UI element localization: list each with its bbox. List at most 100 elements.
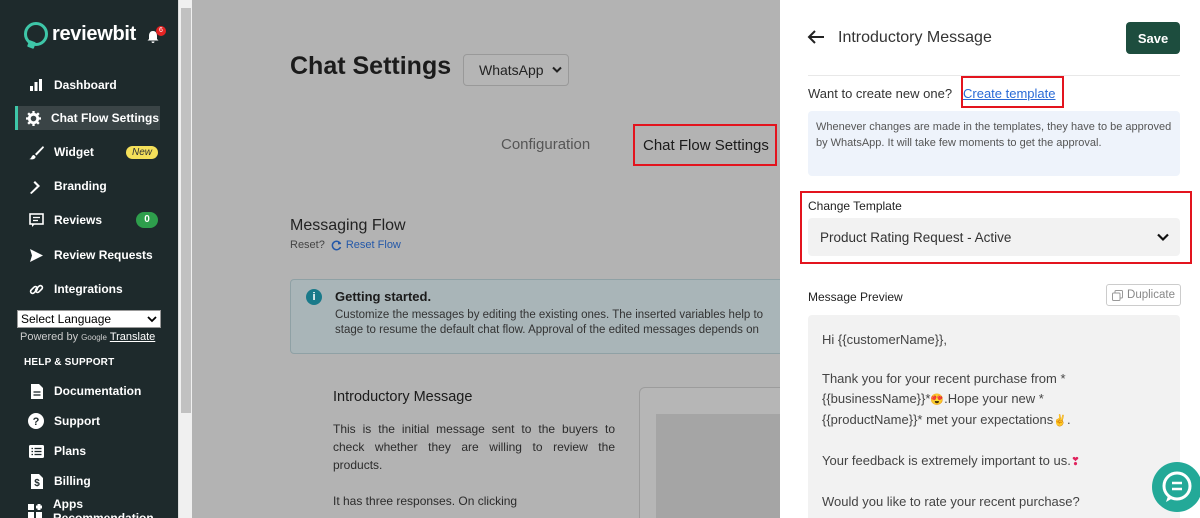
chat-icon	[1162, 471, 1192, 502]
chevron-down-icon	[551, 66, 562, 73]
brand-logo[interactable]: reviewbit	[24, 22, 136, 46]
message-preview-label: Message Preview	[808, 290, 903, 304]
sidebar: reviewbit 6 Dashboard Chat Flow Settings…	[0, 0, 178, 518]
sidebar-item-label: Plans	[54, 444, 87, 458]
sidebar-item-plans[interactable]: Plans	[18, 439, 160, 463]
duplicate-label: Duplicate	[1127, 289, 1175, 301]
sidebar-item-label: Widget	[54, 145, 94, 159]
sidebar-item-label: Branding	[54, 179, 107, 193]
heart-eyes-emoji-icon: 😍	[930, 393, 945, 406]
main-content: Chat Settings WhatsApp Configuration Cha…	[192, 0, 780, 518]
template-select-value: Product Rating Request - Active	[820, 229, 1012, 245]
preview-text: {{businessName}}*	[822, 390, 931, 406]
sidebar-item-billing[interactable]: $ Billing	[18, 469, 160, 493]
preview-question: Would you like to rate your recent purch…	[822, 494, 1080, 509]
heart-emoji-icon: ❣	[1070, 456, 1081, 468]
language-select[interactable]: Select Language	[17, 310, 161, 328]
link-icon	[28, 281, 44, 297]
language-select-value: Select Language	[21, 312, 112, 326]
send-icon	[28, 247, 44, 263]
create-template-link[interactable]: Create template	[963, 86, 1056, 101]
count-badge: 0	[136, 212, 158, 228]
dollar-icon: $	[28, 473, 44, 489]
translate-link[interactable]: Translate	[110, 331, 155, 343]
info-box: i Getting started. Customize the message…	[290, 279, 780, 354]
preview-text: {{productName}}* met your expectations	[822, 412, 1054, 427]
brush-icon	[28, 144, 44, 160]
info-title: Getting started.	[335, 289, 432, 304]
help-heading: HELP & SUPPORT	[24, 357, 115, 368]
preview-text: .	[1066, 412, 1071, 427]
sidebar-item-branding[interactable]: Branding	[18, 174, 160, 198]
powered-by-google: Powered by Google Translate	[20, 331, 155, 343]
google-logo: Google	[81, 333, 107, 342]
preview-paragraph: Your feedback is extremely important to …	[822, 451, 1166, 473]
sidebar-item-label: Apps Recommendation	[53, 497, 154, 518]
reset-flow-link[interactable]: Reset Flow	[331, 239, 401, 251]
preview-text: .Hope your new *	[944, 390, 1044, 406]
bar-chart-icon	[28, 77, 44, 93]
svg-text:$: $	[34, 478, 40, 489]
scrollbar-thumb[interactable]	[181, 8, 191, 413]
intro-description: This is the initial message sent to the …	[333, 422, 615, 472]
victory-hand-emoji-icon: ✌	[1053, 415, 1067, 427]
app-root: reviewbit 6 Dashboard Chat Flow Settings…	[0, 0, 1200, 518]
sidebar-item-label: Billing	[54, 474, 91, 488]
preview-text: Your feedback is extremely important to …	[822, 453, 1071, 468]
sidebar-item-dashboard[interactable]: Dashboard	[18, 73, 160, 97]
notification-badge: 6	[156, 26, 166, 36]
preview-greeting: Hi {{customerName}},	[822, 332, 948, 347]
powered-by-text: Powered by	[20, 331, 79, 343]
sidebar-item-documentation[interactable]: Documentation	[18, 379, 160, 403]
template-drawer: Introductory Message Save Want to create…	[780, 0, 1200, 518]
refresh-icon	[331, 240, 342, 250]
tab-chat-flow-settings[interactable]: Chat Flow Settings	[633, 124, 777, 166]
preview-paragraph: Thank you for your recent purchase from …	[822, 369, 1166, 432]
info-line: stage to resume the default chat flow. A…	[335, 324, 759, 336]
review-icon	[28, 212, 44, 228]
reset-prefix: Reset?	[290, 239, 325, 251]
page-title: Chat Settings	[290, 52, 452, 80]
preview-card	[639, 387, 780, 518]
sidebar-item-apps-recommendation[interactable]: Apps Recommendation	[18, 497, 160, 518]
hammer-icon	[28, 178, 44, 194]
info-body: Customize the messages by editing the ex…	[335, 308, 780, 338]
apps-icon	[28, 503, 43, 518]
sidebar-item-reviews[interactable]: Reviews 0	[18, 208, 160, 232]
chat-support-button[interactable]	[1152, 462, 1200, 512]
chevron-down-icon	[1157, 233, 1169, 242]
sidebar-item-label: Reviews	[54, 213, 103, 227]
sidebar-item-chat-flow-settings[interactable]: Chat Flow Settings	[15, 106, 160, 130]
sidebar-item-integrations[interactable]: Integrations	[18, 277, 160, 301]
sidebar-item-label: Review Requests	[54, 248, 153, 262]
info-line: Customize the messages by editing the ex…	[335, 309, 764, 321]
sidebar-item-label: Support	[54, 414, 100, 428]
template-select[interactable]: Product Rating Request - Active	[808, 218, 1180, 256]
sidebar-item-label: Chat Flow Settings	[51, 111, 159, 125]
channel-select-value: WhatsApp	[479, 62, 544, 78]
duplicate-button[interactable]: Duplicate	[1106, 284, 1181, 306]
save-button[interactable]: Save	[1126, 22, 1180, 54]
approval-notice: Whenever changes are made in the templat…	[808, 111, 1180, 176]
back-arrow-icon[interactable]	[807, 28, 825, 46]
intro-title: Introductory Message	[333, 389, 473, 405]
intro-description-2: It has three responses. On clicking	[333, 494, 518, 508]
info-icon: i	[306, 289, 322, 305]
drawer-title: Introductory Message	[838, 29, 992, 46]
sidebar-item-review-requests[interactable]: Review Requests	[18, 243, 160, 267]
channel-select[interactable]: WhatsApp	[463, 54, 569, 86]
create-prompt: Want to create new one?	[808, 86, 953, 101]
reset-flow-label: Reset Flow	[345, 239, 401, 251]
chevron-down-icon	[147, 316, 157, 323]
reset-row: Reset? Reset Flow	[290, 239, 401, 251]
preview-inner	[656, 414, 780, 518]
preview-text: Thank you for your recent purchase from …	[822, 371, 1066, 386]
sidebar-item-support[interactable]: ? Support	[18, 409, 160, 433]
sidebar-item-widget[interactable]: Widget New	[18, 140, 160, 164]
change-template-label: Change Template	[808, 199, 902, 213]
sidebar-scrollbar[interactable]	[178, 0, 192, 518]
tab-configuration[interactable]: Configuration	[501, 136, 590, 153]
section-title: Messaging Flow	[290, 217, 406, 234]
document-icon	[28, 383, 44, 399]
sidebar-item-label: Documentation	[54, 384, 142, 398]
